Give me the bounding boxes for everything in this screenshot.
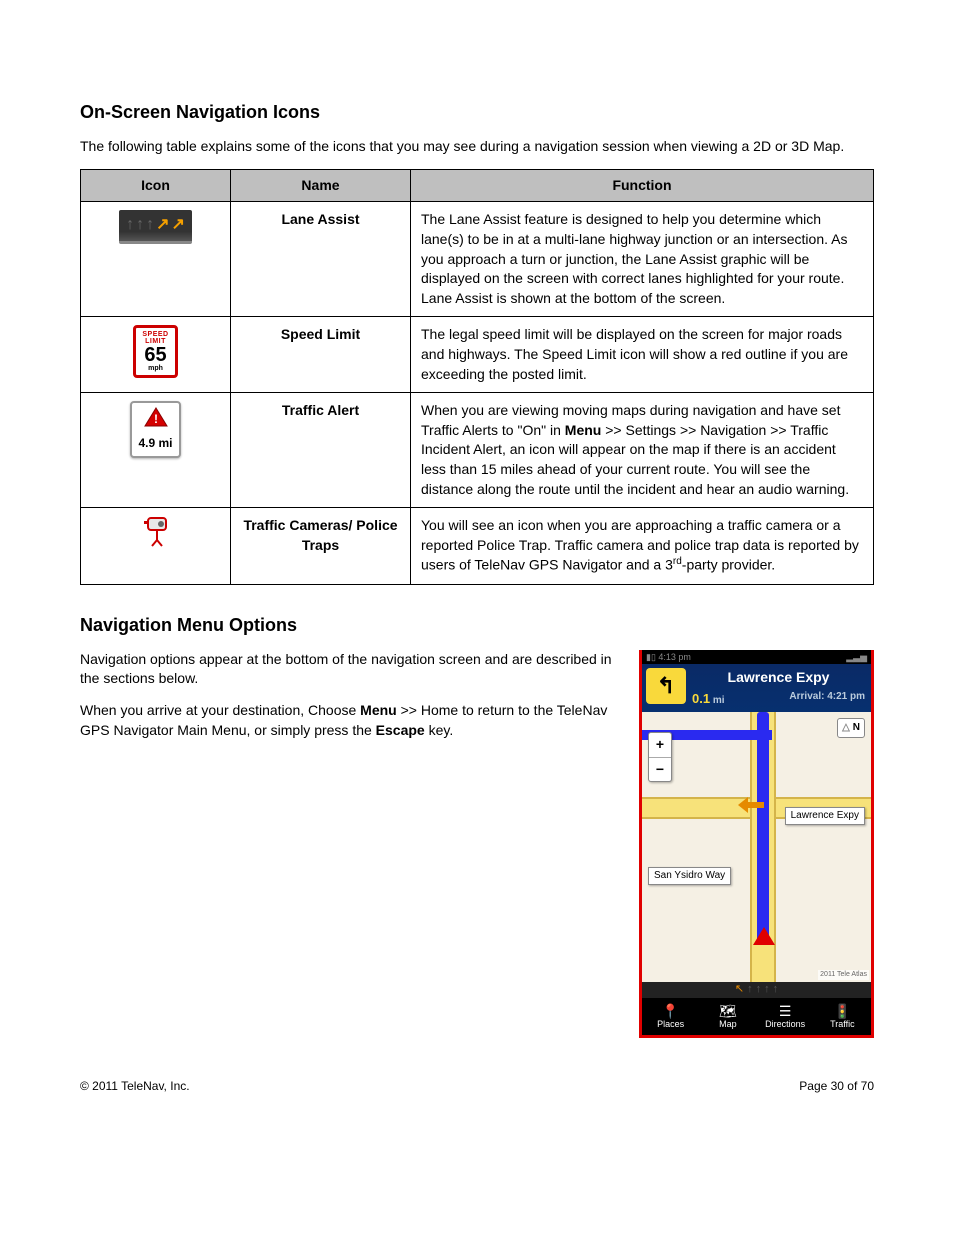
speed-limit-icon: SPEED LIMIT 65 mph [133,325,177,378]
row-name: Lane Assist [231,202,411,317]
table-row: SPEED LIMIT 65 mph Speed Limit The legal… [81,317,874,393]
map-road-label: Lawrence Expy [785,807,865,825]
nav-map-button[interactable]: 🗺Map [699,998,756,1035]
turn-left-icon[interactable]: ↰ [646,668,686,704]
heading-nav-menu: Navigation Menu Options [80,613,874,638]
road-name: Lawrence Expy [692,668,865,688]
list-icon: ☰ [757,1002,814,1018]
status-time: ▮▯ 4:13 pm [646,651,691,664]
th-name: Name [231,169,411,202]
warning-triangle-icon: ! [144,407,168,427]
compass-north[interactable]: △N [837,718,865,738]
icon-table: Icon Name Function ↑↑↑↗↗ Lane Assist The… [80,169,874,585]
th-function: Function [411,169,874,202]
zoom-control[interactable]: + − [648,732,672,782]
map-view[interactable]: + − △N Lawrence Expy San Ysidro Way 2011… [642,712,871,982]
row-name: Traffic Alert [231,393,411,508]
footer-page-number: Page 30 of 70 [799,1078,874,1095]
nav-directions-button[interactable]: ☰Directions [757,998,814,1035]
table-row: ↑↑↑↗↗ Lane Assist The Lane Assist featur… [81,202,874,317]
footer-copyright: © 2011 TeleNav, Inc. [80,1078,190,1095]
traffic-alert-icon: ! 4.9 mi [130,401,180,457]
nav-places-button[interactable]: 📍Places [642,998,699,1035]
traffic-camera-icon [142,516,170,552]
lane-assist-strip: ↖↑↑↑↑ [642,982,871,998]
pin-icon: 📍 [642,1002,699,1018]
map-icon: 🗺 [699,1002,756,1018]
traffic-light-icon: 🚦 [814,1002,871,1018]
th-icon: Icon [81,169,231,202]
heading-onscreen-nav: On-Screen Navigation Icons [80,100,874,125]
status-signal-icon: ▂▃▅ [846,651,867,664]
row-function: When you are viewing moving maps during … [411,393,874,508]
current-location-icon [753,927,775,945]
table-row: Traffic Cameras/ Police Traps You will s… [81,508,874,584]
page-footer: © 2011 TeleNav, Inc. Page 30 of 70 [80,1078,874,1095]
nav-paragraph-1: Navigation options appear at the bottom … [80,650,619,689]
row-function: The legal speed limit will be displayed … [411,317,874,393]
zoom-in-button[interactable]: + [649,733,671,758]
table-row: ! 4.9 mi Traffic Alert When you are view… [81,393,874,508]
zoom-out-button[interactable]: − [649,758,671,782]
svg-text:!: ! [154,412,158,426]
lane-assist-icon: ↑↑↑↗↗ [119,210,192,243]
row-name: Speed Limit [231,317,411,393]
arrival-time: Arrival: 4:21 pm [789,690,865,708]
navigation-screenshot: ▮▯ 4:13 pm ▂▃▅ ↰ Lawrence Expy 0.1 mi Ar… [639,650,874,1038]
nav-traffic-button[interactable]: 🚦Traffic [814,998,871,1035]
row-name: Traffic Cameras/ Police Traps [231,508,411,584]
map-copyright: 2011 Tele Atlas [818,970,869,980]
intro-paragraph: The following table explains some of the… [80,137,874,157]
map-road-label: San Ysidro Way [648,867,731,885]
nav-paragraph-2: When you arrive at your destination, Cho… [80,701,619,740]
bottom-nav-bar: 📍Places 🗺Map ☰Directions 🚦Traffic [642,998,871,1035]
row-function: You will see an icon when you are approa… [411,508,874,584]
row-function: The Lane Assist feature is designed to h… [411,202,874,317]
